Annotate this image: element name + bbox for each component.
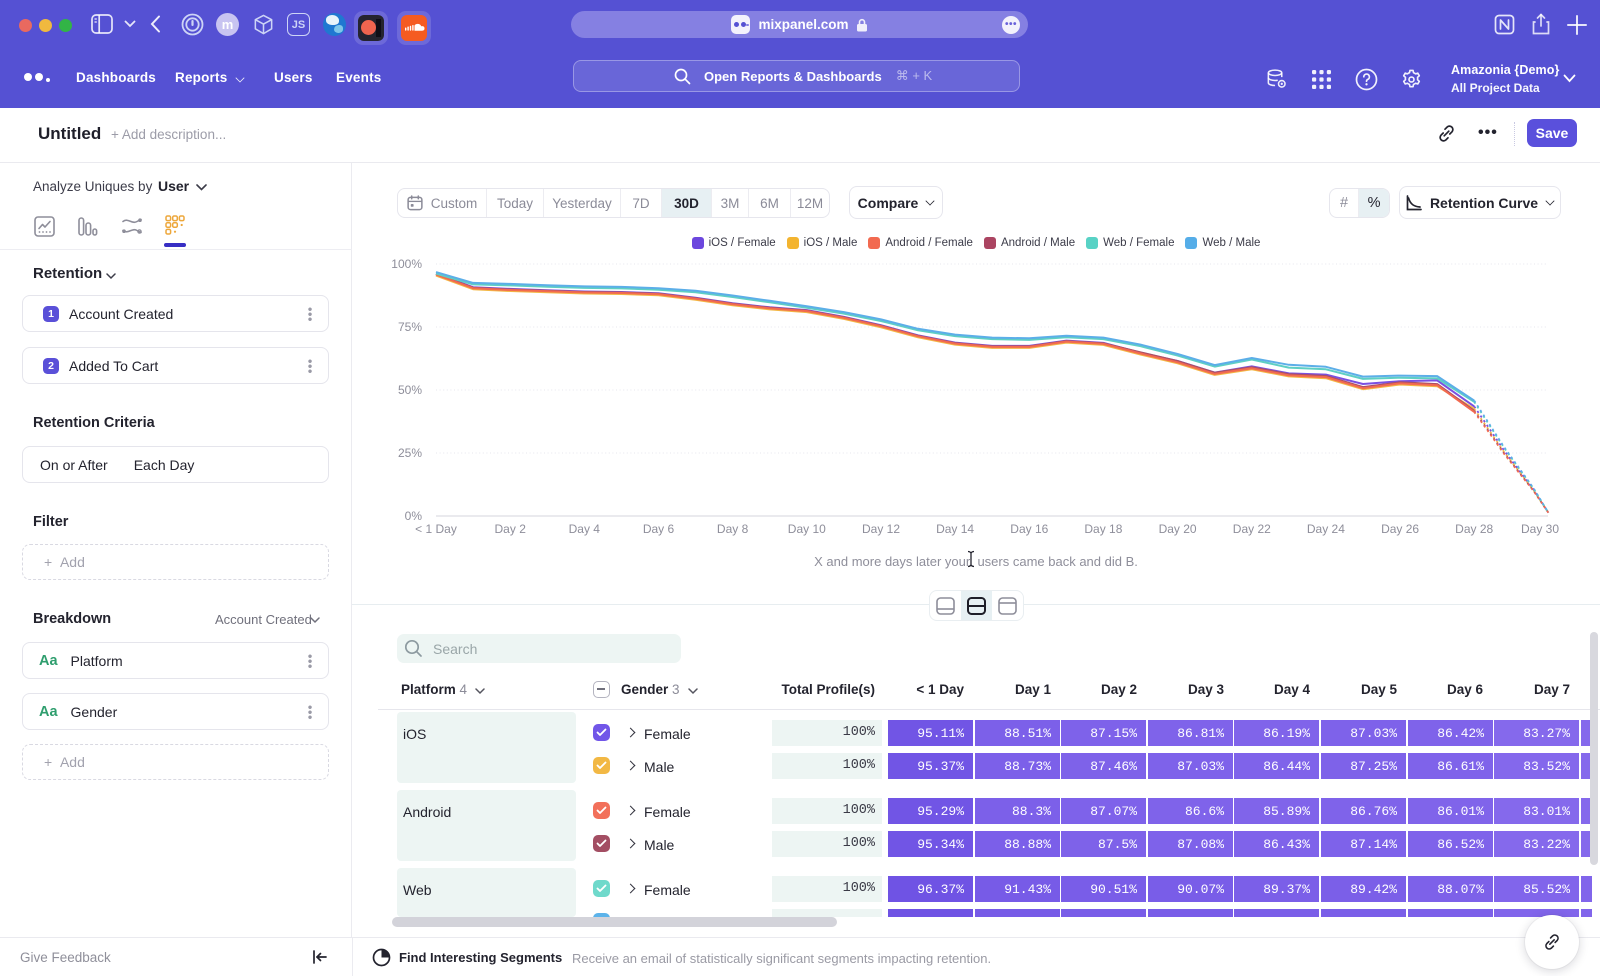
svg-text:Day 2: Day 2 — [495, 522, 527, 536]
svg-text:Day 6: Day 6 — [643, 522, 675, 536]
svg-text:Day 26: Day 26 — [1381, 522, 1419, 536]
svg-text:Day 20: Day 20 — [1159, 522, 1197, 536]
svg-text:Day 18: Day 18 — [1084, 522, 1122, 536]
svg-text:50%: 50% — [398, 383, 422, 397]
svg-text:Day 12: Day 12 — [862, 522, 900, 536]
svg-text:Day 10: Day 10 — [788, 522, 826, 536]
svg-text:Day 14: Day 14 — [936, 522, 974, 536]
svg-text:Day 30: Day 30 — [1521, 522, 1559, 536]
svg-text:Day 24: Day 24 — [1307, 522, 1345, 536]
svg-text:0%: 0% — [405, 509, 423, 523]
svg-text:Day 22: Day 22 — [1233, 522, 1271, 536]
svg-text:75%: 75% — [398, 320, 422, 334]
svg-text:25%: 25% — [398, 446, 422, 460]
svg-text:< 1 Day: < 1 Day — [415, 522, 457, 536]
svg-text:Day 16: Day 16 — [1010, 522, 1048, 536]
svg-text:Day 28: Day 28 — [1455, 522, 1493, 536]
svg-text:Day 4: Day 4 — [569, 522, 601, 536]
svg-text:Day 8: Day 8 — [717, 522, 749, 536]
svg-text:100%: 100% — [391, 257, 422, 271]
